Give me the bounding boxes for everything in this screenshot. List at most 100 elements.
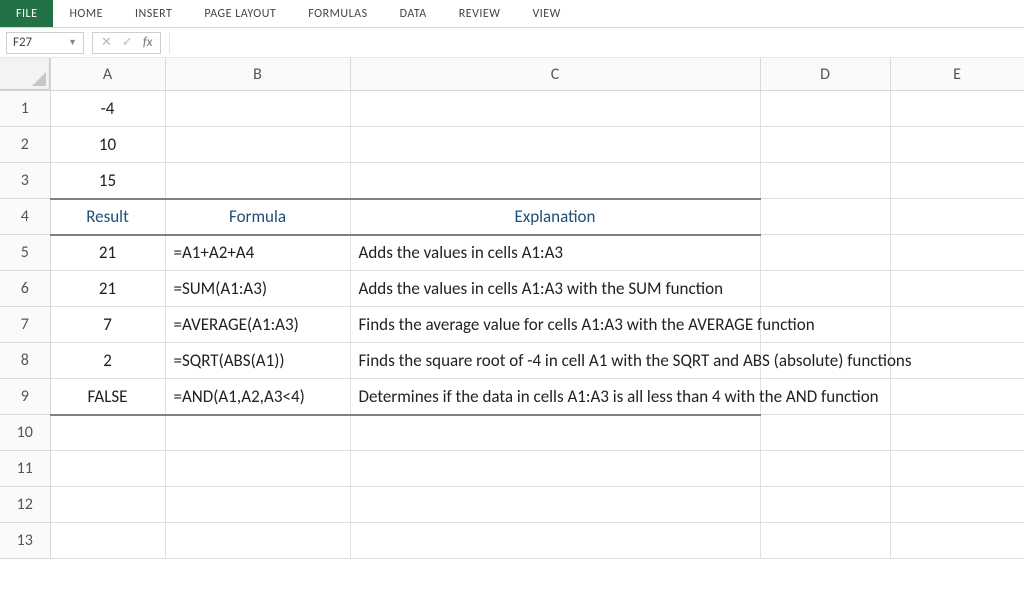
chevron-down-icon[interactable]: ▼ [68,37,77,48]
cell-B4[interactable]: Formula [165,199,350,235]
column-header-D[interactable]: D [760,58,890,91]
cell-A5[interactable]: 21 [50,235,165,271]
select-all-corner[interactable] [0,58,50,90]
cell-C5[interactable]: Adds the values in cells A1:A3 [350,235,760,271]
cell-B10[interactable] [165,415,350,451]
cell-D13[interactable] [760,523,890,559]
fx-icon[interactable]: fx [143,35,153,50]
ribbon-tab-review[interactable]: REVIEW [443,0,517,27]
row-header-1[interactable]: 1 [0,91,50,127]
cell-A3[interactable]: 15 [50,163,165,199]
cell-C1[interactable] [350,91,760,127]
cell-C8[interactable]: Finds the square root of -4 in cell A1 w… [350,343,760,379]
row-header-9[interactable]: 9 [0,379,50,415]
column-header-C[interactable]: C [350,58,760,91]
row-header-8[interactable]: 8 [0,343,50,379]
cell-D2[interactable] [760,127,890,163]
cell-E4[interactable] [890,199,1024,235]
cell-E10[interactable] [890,415,1024,451]
cell-D10[interactable] [760,415,890,451]
row-header-5[interactable]: 5 [0,235,50,271]
cell-B3[interactable] [165,163,350,199]
cell-C11[interactable] [350,451,760,487]
ribbon-tab-data[interactable]: DATA [384,0,443,27]
cell-E7[interactable] [890,307,1024,343]
cell-E1[interactable] [890,91,1024,127]
cell-B12[interactable] [165,487,350,523]
cell-D1[interactable] [760,91,890,127]
cell-C2[interactable] [350,127,760,163]
row-header-4[interactable]: 4 [0,199,50,235]
row-header-6[interactable]: 6 [0,271,50,307]
cell-A6[interactable]: 21 [50,271,165,307]
row-header-2[interactable]: 2 [0,127,50,163]
cell-C9[interactable]: Determines if the data in cells A1:A3 is… [350,379,760,415]
cell-A8[interactable]: 2 [50,343,165,379]
row-4: 4 Result Formula Explanation [0,199,1024,235]
cell-A9[interactable]: FALSE [50,379,165,415]
cell-C12[interactable] [350,487,760,523]
cell-A4[interactable]: Result [50,199,165,235]
ribbon-tab-page-layout[interactable]: PAGE LAYOUT [188,0,292,27]
ribbon-tab-view[interactable]: VIEW [516,0,576,27]
cell-B6[interactable]: =SUM(A1:A3) [165,271,350,307]
cell-E3[interactable] [890,163,1024,199]
formula-input[interactable] [169,32,1018,54]
cell-D6[interactable] [760,271,890,307]
column-header-A[interactable]: A [50,58,165,91]
cell-D4[interactable] [760,199,890,235]
column-header-E[interactable]: E [890,58,1024,91]
column-header-B[interactable]: B [165,58,350,91]
cell-E11[interactable] [890,451,1024,487]
row-11: 11 [0,451,1024,487]
cell-A13[interactable] [50,523,165,559]
cell-E12[interactable] [890,487,1024,523]
row-header-12[interactable]: 12 [0,487,50,523]
cell-C6[interactable]: Adds the values in cells A1:A3 with the … [350,271,760,307]
cell-A7[interactable]: 7 [50,307,165,343]
row-1: 1 -4 [0,91,1024,127]
cell-A12[interactable] [50,487,165,523]
cell-E2[interactable] [890,127,1024,163]
cell-C3[interactable] [350,163,760,199]
cell-B5[interactable]: =A1+A2+A4 [165,235,350,271]
cell-E6[interactable] [890,271,1024,307]
cell-C7[interactable]: Finds the average value for cells A1:A3 … [350,307,760,343]
accept-icon[interactable]: ✓ [122,35,133,50]
row-3: 3 15 [0,163,1024,199]
cell-D3[interactable] [760,163,890,199]
cell-B11[interactable] [165,451,350,487]
row-12: 12 [0,487,1024,523]
row-header-13[interactable]: 13 [0,523,50,559]
cell-B7[interactable]: =AVERAGE(A1:A3) [165,307,350,343]
cell-B1[interactable] [165,91,350,127]
cell-B2[interactable] [165,127,350,163]
cell-E5[interactable] [890,235,1024,271]
ribbon-tab-formulas[interactable]: FORMULAS [292,0,383,27]
row-header-11[interactable]: 11 [0,451,50,487]
cell-B13[interactable] [165,523,350,559]
cancel-icon[interactable]: ✕ [101,35,112,50]
cell-B8[interactable]: =SQRT(ABS(A1)) [165,343,350,379]
ribbon-tab-home[interactable]: HOME [53,0,119,27]
cell-E9[interactable] [890,379,1024,415]
cell-C10[interactable] [350,415,760,451]
cell-D12[interactable] [760,487,890,523]
row-header-7[interactable]: 7 [0,307,50,343]
row-header-3[interactable]: 3 [0,163,50,199]
formula-bar: F27 ▼ ✕ ✓ fx [0,28,1024,58]
cell-D5[interactable] [760,235,890,271]
row-header-10[interactable]: 10 [0,415,50,451]
ribbon-tab-insert[interactable]: INSERT [119,0,188,27]
cell-B9[interactable]: =AND(A1,A2,A3<4) [165,379,350,415]
name-box[interactable]: F27 ▼ [6,32,84,54]
cell-C13[interactable] [350,523,760,559]
cell-E13[interactable] [890,523,1024,559]
cell-A11[interactable] [50,451,165,487]
ribbon-tab-file[interactable]: FILE [0,0,53,27]
cell-A1[interactable]: -4 [50,91,165,127]
cell-D11[interactable] [760,451,890,487]
cell-A2[interactable]: 10 [50,127,165,163]
cell-A10[interactable] [50,415,165,451]
cell-C4[interactable]: Explanation [350,199,760,235]
